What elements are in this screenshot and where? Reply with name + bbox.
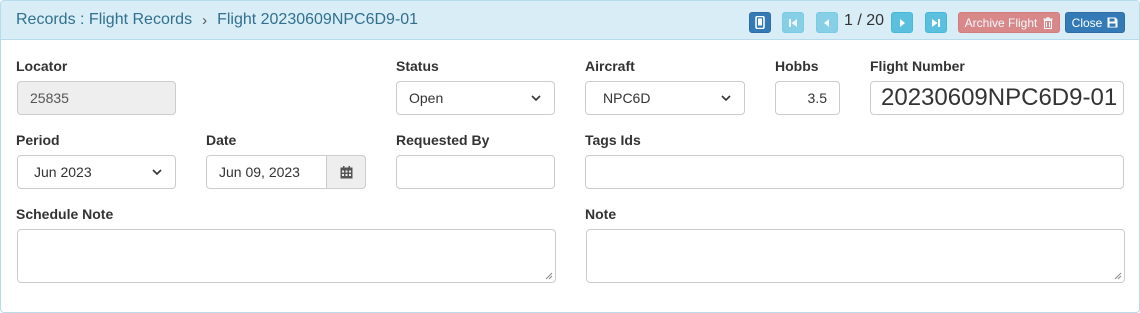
period-value: Jun 2023 — [34, 164, 92, 180]
panel-header: Records : Flight Records › Flight 202306… — [1, 1, 1139, 40]
schedule-note-label: Schedule Note — [16, 206, 114, 222]
hobbs-input[interactable]: 3.5 — [775, 81, 840, 115]
period-select[interactable]: Jun 2023 — [17, 155, 176, 189]
mobile-icon — [755, 16, 765, 29]
locator-field: 25835 — [17, 81, 176, 115]
resize-grip-icon[interactable] — [545, 272, 553, 280]
tags-ids-input[interactable] — [585, 155, 1124, 189]
breadcrumb-current: Flight 20230609NPC6D9-01 — [217, 11, 419, 28]
chevron-down-icon — [152, 169, 162, 176]
calendar-icon — [340, 165, 352, 178]
close-button[interactable]: Close — [1065, 12, 1125, 33]
period-label: Period — [16, 132, 60, 148]
archive-flight-button[interactable]: Archive Flight — [958, 12, 1060, 33]
aircraft-label: Aircraft — [585, 58, 635, 74]
breadcrumb-separator: › — [202, 11, 208, 29]
breadcrumb: Records : Flight Records › Flight 202306… — [16, 11, 418, 29]
flight-record-panel: Records : Flight Records › Flight 202306… — [0, 0, 1140, 313]
last-record-button[interactable] — [925, 12, 947, 33]
status-value: Open — [409, 90, 444, 106]
note-label: Note — [585, 206, 617, 222]
aircraft-value: NPC6D — [603, 90, 651, 106]
date-input[interactable]: Jun 09, 2023 — [206, 155, 327, 189]
pager-counter: 1 / 20 — [844, 12, 885, 29]
status-label: Status — [396, 58, 439, 74]
trash-icon — [1043, 16, 1053, 29]
first-record-button[interactable] — [782, 12, 804, 33]
chevron-down-icon — [531, 95, 541, 102]
chevron-down-icon — [721, 95, 731, 102]
schedule-note-textarea[interactable] — [17, 229, 556, 283]
resize-grip-icon[interactable] — [1114, 272, 1122, 280]
note-textarea[interactable] — [586, 229, 1125, 283]
date-label: Date — [206, 132, 237, 148]
flight-number-input[interactable]: 20230609NPC6D9-01 — [870, 81, 1124, 115]
next-record-button[interactable] — [891, 12, 913, 33]
step-backward-icon — [789, 18, 797, 27]
locator-label: Locator — [16, 58, 68, 74]
date-picker-button[interactable] — [326, 155, 366, 189]
flight-number-label: Flight Number — [870, 58, 965, 74]
save-icon — [1107, 17, 1118, 28]
close-label: Close — [1071, 15, 1103, 30]
requested-by-input[interactable] — [396, 155, 555, 189]
hobbs-value: 3.5 — [807, 90, 827, 106]
flight-number-value: 20230609NPC6D9-01 — [881, 84, 1118, 111]
previous-record-button[interactable] — [816, 12, 838, 33]
status-select[interactable]: Open — [396, 81, 555, 115]
triangle-right-icon — [900, 18, 905, 27]
locator-value: 25835 — [30, 90, 69, 106]
date-value: Jun 09, 2023 — [219, 164, 300, 180]
tags-ids-label: Tags Ids — [585, 132, 641, 148]
triangle-left-icon — [824, 18, 829, 27]
aircraft-select[interactable]: NPC6D — [585, 81, 745, 115]
mobile-view-button[interactable] — [749, 12, 771, 33]
step-forward-icon — [932, 18, 940, 27]
breadcrumb-root-link[interactable]: Records : Flight Records — [16, 11, 192, 29]
hobbs-label: Hobbs — [775, 58, 819, 74]
requested-by-label: Requested By — [396, 132, 490, 148]
archive-flight-label: Archive Flight — [964, 15, 1038, 30]
